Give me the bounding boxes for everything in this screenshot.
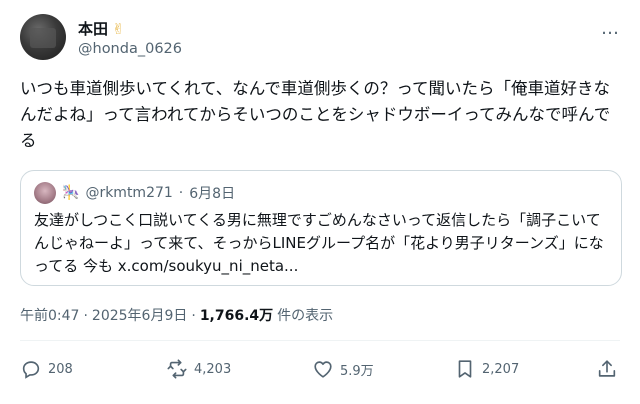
repost-icon — [167, 359, 187, 379]
share-button[interactable] — [596, 358, 618, 380]
carousel-horse-emoji-icon: 🎠 — [62, 185, 80, 201]
quoted-post[interactable]: 🎠 @rkmtm271 · 6月8日 友達がしつこく口説いてくる男に無理ですごめ… — [20, 170, 622, 286]
bookmark-icon — [458, 360, 472, 378]
reply-button[interactable]: 208 — [20, 358, 73, 380]
more-options-icon[interactable]: … — [601, 18, 620, 39]
share-icon — [598, 360, 616, 377]
author-name-row: 本田 ✌ — [78, 18, 125, 39]
reply-icon — [22, 361, 40, 379]
quoted-date: 6月8日 — [189, 186, 236, 202]
reply-count: 208 — [48, 361, 73, 377]
post-header: 本田 ✌ @honda_0626 … — [20, 14, 620, 62]
author-handle[interactable]: @honda_0626 — [78, 41, 182, 57]
repost-count: 4,203 — [194, 361, 232, 377]
quoted-post-text: 友達がしつこく口説いてくる男に無理ですごめんなさいって返信したら「調子こいてんじ… — [34, 211, 604, 275]
victory-hand-emoji-icon: ✌ — [112, 19, 125, 38]
like-count: 5.9万 — [340, 363, 374, 379]
quoted-author-avatar — [34, 182, 56, 204]
meta-separator: · — [191, 308, 196, 324]
view-count-label: 件の表示 — [277, 308, 334, 324]
author-name[interactable]: 本田 — [78, 18, 108, 39]
post-meta: 午前0:47 · 2025年6月9日 · 1,766.4万 件の表示 — [20, 305, 333, 325]
quoted-author-handle: @rkmtm271 — [85, 185, 173, 201]
view-count: 1,766.4万 — [199, 308, 274, 324]
like-button[interactable]: 5.9万 — [312, 358, 374, 380]
bookmark-count: 2,207 — [482, 361, 520, 377]
post-time[interactable]: 午前0:47 — [20, 305, 79, 325]
quoted-post-header: 🎠 @rkmtm271 · 6月8日 — [34, 182, 235, 204]
divider — [20, 340, 620, 341]
action-bar: 208 4,203 5.9万 2,207 — [20, 358, 620, 382]
meta-separator: · — [83, 308, 88, 324]
bookmark-button[interactable]: 2,207 — [454, 358, 519, 380]
repost-button[interactable]: 4,203 — [166, 358, 231, 380]
quoted-dot-separator: · — [178, 185, 184, 201]
author-avatar[interactable] — [20, 14, 66, 60]
post-date[interactable]: 2025年6月9日 — [92, 305, 187, 325]
post-text: いつも車道側歩いてくれて、なんで車道側歩くの？って聞いたら「俺車道好きなんだよね… — [20, 79, 611, 150]
heart-icon — [314, 361, 332, 378]
